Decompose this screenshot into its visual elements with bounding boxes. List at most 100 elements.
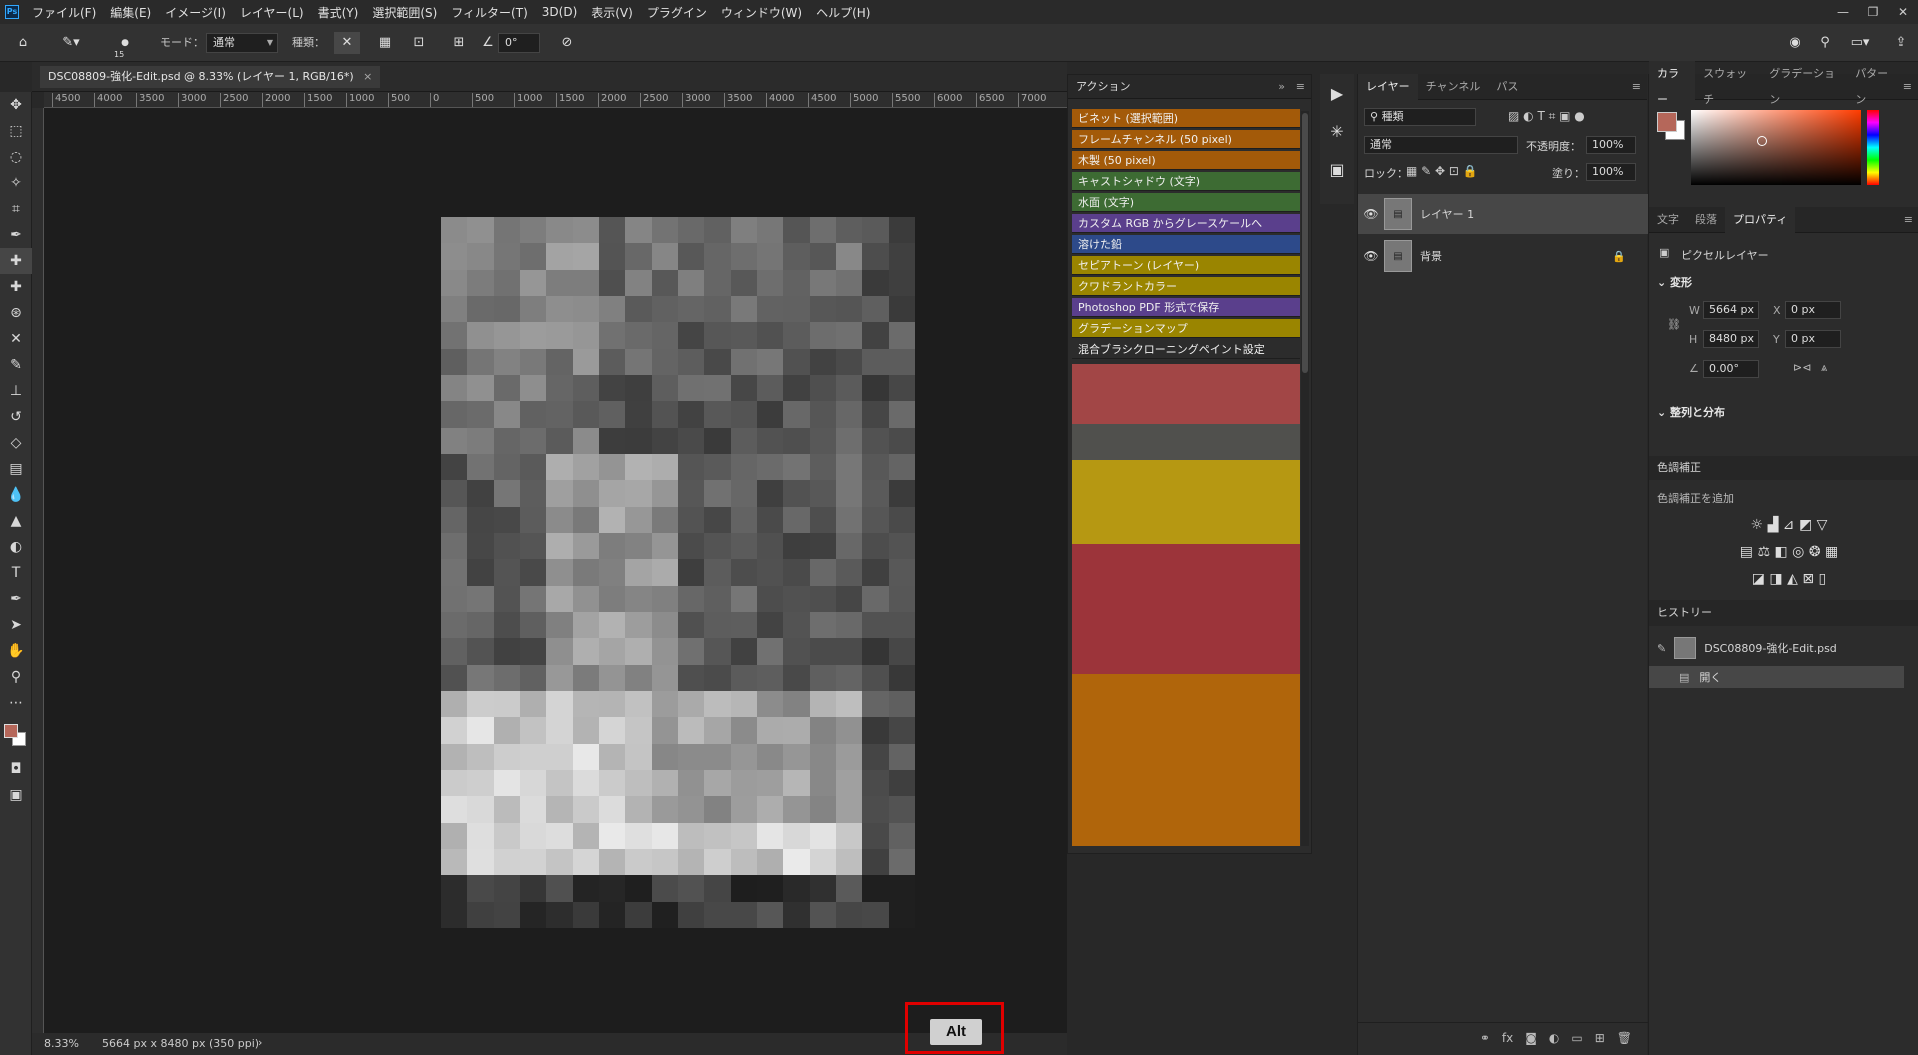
mode-select[interactable]: 通常 ▼ [206, 33, 278, 53]
properties-menu-icon[interactable]: ≡ [1904, 213, 1913, 226]
exposure-icon[interactable]: ◩ [1799, 517, 1812, 533]
content-aware-icon[interactable]: ✕ [334, 32, 360, 54]
layer-filter-select[interactable]: ⚲ 種類 [1364, 108, 1476, 126]
path-select-tool-icon[interactable]: ➤ [0, 612, 32, 638]
black-white-icon[interactable]: ◧ [1774, 544, 1787, 560]
x-input[interactable]: 0 px [1785, 301, 1841, 319]
minimize-icon[interactable]: — [1828, 0, 1858, 24]
height-input[interactable]: 8480 px [1703, 330, 1759, 348]
pressure-icon[interactable]: ⊘ [554, 32, 580, 54]
menu-view[interactable]: 表示(V) [584, 4, 640, 21]
layer-name[interactable]: 背景 [1420, 248, 1442, 264]
document-image[interactable] [441, 217, 915, 928]
brush-settings-icon[interactable]: ✳ [1320, 112, 1354, 150]
menu-edit[interactable]: 編集(E) [103, 4, 158, 21]
library-icon[interactable]: ▣ [1320, 150, 1354, 188]
tab-patterns[interactable]: パターン [1847, 61, 1903, 113]
history-brush-tool-icon[interactable]: ↺ [0, 404, 32, 430]
posterize-icon[interactable]: ◨ [1769, 571, 1782, 587]
type-tool-icon[interactable]: T [0, 560, 32, 586]
tab-color[interactable]: カラー [1649, 60, 1696, 113]
action-item[interactable]: キャストシャドウ (文字) [1072, 172, 1300, 191]
zoom-tool-icon[interactable]: ⚲ [0, 664, 32, 690]
selective-color-icon[interactable]: ⊠ [1802, 571, 1814, 587]
invert-icon[interactable]: ◪ [1752, 571, 1765, 587]
blur-tool-icon[interactable]: 💧 [0, 482, 32, 508]
brush-size-picker[interactable]: ● 15 [108, 32, 142, 59]
color-swatches[interactable] [0, 716, 32, 756]
flip-horizontal-icon[interactable]: ⊳⊲ [1793, 361, 1811, 374]
menu-image[interactable]: イメージ(I) [158, 4, 233, 21]
clone-stamp-tool-icon[interactable]: ⊥ [0, 378, 32, 404]
create-texture-icon[interactable]: ▦ [372, 32, 398, 54]
tab-character[interactable]: 文字 [1649, 207, 1687, 233]
document-tab[interactable]: DSC08809-強化-Edit.psd @ 8.33% (レイヤー 1, RG… [40, 66, 381, 88]
menu-plugins[interactable]: プラグイン [640, 4, 714, 21]
action-item[interactable]: フレームチャンネル (50 pixel) [1072, 130, 1300, 149]
color-field[interactable] [1691, 110, 1861, 185]
lasso-tool-icon[interactable]: ◌ [0, 144, 32, 170]
eraser-tool-icon[interactable]: ◇ [0, 430, 32, 456]
actions-scroll-thumb[interactable] [1302, 113, 1308, 373]
layer-row-background[interactable]: 👁 ▤ 背景 🔒 [1358, 236, 1648, 276]
channel-mixer-icon[interactable]: ❂ [1809, 544, 1821, 560]
eyedropper-tool-icon[interactable]: ✒ [0, 222, 32, 248]
menu-select[interactable]: 選択範囲(S) [365, 4, 444, 21]
action-item[interactable]: グラデーションマップ [1072, 319, 1300, 338]
tab-channels[interactable]: チャンネル [1418, 74, 1489, 100]
lock-options-icon[interactable]: ▦ ✎ ✥ ⊡ 🔒 [1406, 164, 1478, 178]
transform-section-title[interactable]: ⌄ 変形 [1657, 274, 1692, 290]
visibility-eye-icon[interactable]: 👁 [1358, 207, 1384, 221]
link-layers-icon[interactable]: ⚭ [1480, 1031, 1490, 1045]
action-item[interactable]: 木製 (50 pixel) [1072, 151, 1300, 170]
more-tools-icon[interactable]: ⋯ [0, 690, 32, 716]
adjustments-title[interactable]: 色調補正 [1657, 461, 1701, 474]
tab-gradients[interactable]: グラデーション [1761, 61, 1847, 113]
action-item[interactable]: カスタム RGB からグレースケールへ [1072, 214, 1300, 233]
menu-type[interactable]: 書式(Y) [311, 4, 366, 21]
menu-3d[interactable]: 3D(D) [535, 5, 584, 19]
close-icon[interactable]: ✕ [1888, 0, 1918, 24]
home-icon[interactable]: ⌂ [12, 32, 34, 54]
action-item[interactable]: 溶けた鉛 [1072, 235, 1300, 254]
share-icon[interactable]: ⇪ [1888, 32, 1914, 54]
proximity-match-icon[interactable]: ⊡ [406, 32, 432, 54]
pen-tool-icon[interactable]: ✒ [0, 586, 32, 612]
gradient-map-icon[interactable]: ▯ [1819, 571, 1827, 587]
new-group-icon[interactable]: ▭ [1571, 1031, 1582, 1045]
dodge-tool-icon[interactable]: ◐ [0, 534, 32, 560]
move-tool-icon[interactable]: ✥ [0, 92, 32, 118]
delete-layer-icon[interactable]: 🗑 [1617, 1031, 1632, 1045]
fill-input[interactable]: 100% [1586, 163, 1636, 181]
action-item[interactable]: 水面 (文字) [1072, 193, 1300, 212]
sample-all-layers-icon[interactable]: ⊞ [446, 32, 472, 54]
healing-brush-tool-icon[interactable]: ✚ [0, 274, 32, 300]
tab-properties[interactable]: プロパティ [1725, 206, 1796, 233]
tab-layers[interactable]: レイヤー [1358, 73, 1418, 100]
align-section-title[interactable]: ⌄ 整列と分布 [1657, 404, 1725, 420]
spot-healing-tool-icon[interactable]: ✚ [0, 248, 32, 274]
search-icon[interactable]: ⚲ [1812, 32, 1838, 54]
collapse-icon[interactable]: » [1278, 75, 1285, 99]
zoom-level[interactable]: 8.33% [44, 1037, 79, 1050]
document-close-icon[interactable]: × [363, 70, 372, 83]
angle-input[interactable]: 0° [498, 33, 540, 53]
new-layer-icon[interactable]: ⊞ [1595, 1031, 1605, 1045]
history-title[interactable]: ヒストリー [1657, 606, 1712, 619]
crop-tool-icon[interactable]: ⌗ [0, 196, 32, 222]
history-item[interactable]: ▤ 開く [1649, 666, 1904, 688]
action-item[interactable]: ビネット (選択範囲) [1072, 109, 1300, 128]
opacity-input[interactable]: 100% [1586, 136, 1636, 154]
gradient-tool-icon[interactable]: ▤ [0, 456, 32, 482]
width-input[interactable]: 5664 px [1703, 301, 1759, 319]
restore-icon[interactable]: ❐ [1858, 0, 1888, 24]
hue-slider[interactable] [1867, 110, 1879, 185]
tab-paragraph[interactable]: 段落 [1687, 207, 1725, 233]
status-menu-arrow[interactable]: › [258, 1036, 262, 1049]
filter-pixel-icon[interactable]: ▨ ◐ T ⌗ ▣ ● [1508, 109, 1585, 124]
healing-brush-preset-icon[interactable]: ✎▾ [54, 32, 88, 54]
history-snapshot[interactable]: ✎ DSC08809-強化-Edit.psd [1649, 632, 1918, 664]
color-balance-icon[interactable]: ⚖ [1757, 544, 1770, 560]
history-brush-icon[interactable]: ✎ [1657, 642, 1666, 655]
action-item[interactable]: 混合ブラシクローニングペイント設定 [1072, 340, 1300, 359]
